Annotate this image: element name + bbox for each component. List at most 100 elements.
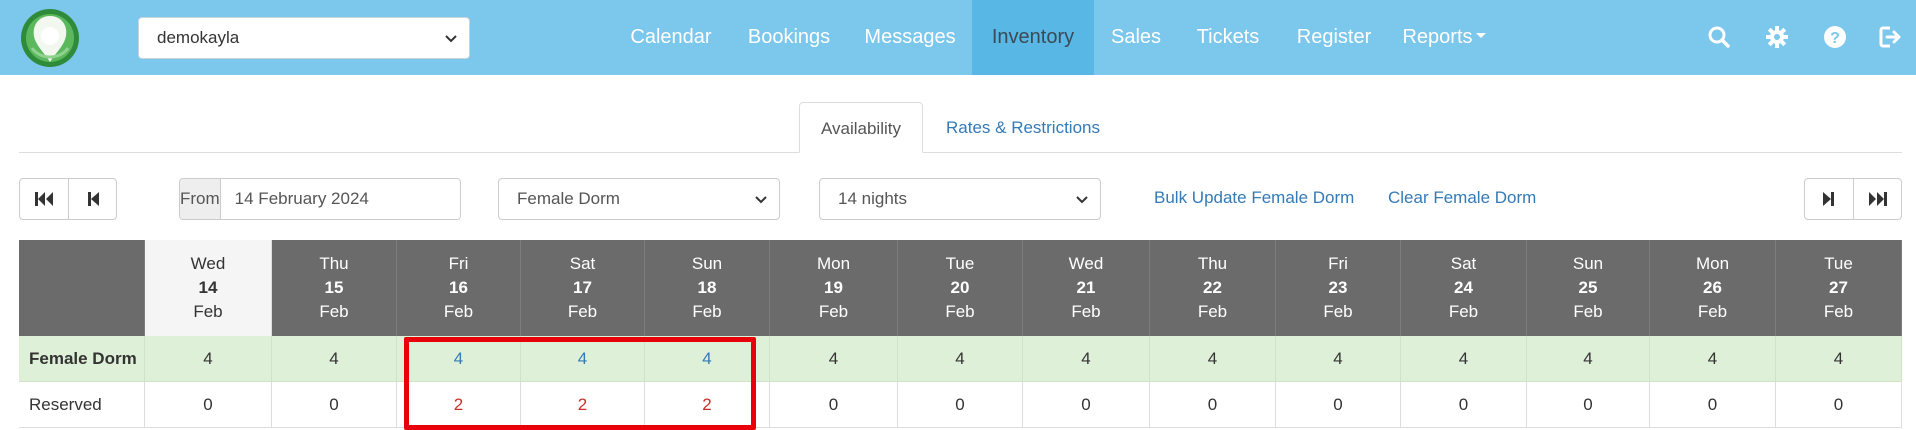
date-header-cell: Fri 16 Feb xyxy=(397,240,521,336)
room-select[interactable]: Female Dorm xyxy=(498,178,780,220)
reserved-cell: 2 xyxy=(521,382,645,428)
nav-bookings[interactable]: Bookings xyxy=(732,0,846,75)
availability-cell[interactable]: 4 xyxy=(1276,336,1401,382)
nav-tickets[interactable]: Tickets xyxy=(1180,0,1276,75)
date-day: 15 xyxy=(324,278,344,297)
reserved-cell: 0 xyxy=(1276,382,1401,428)
site-select-value: demokayla xyxy=(157,28,240,47)
date-header-cell: Thu 15 Feb xyxy=(272,240,397,336)
caret-down-icon xyxy=(1475,33,1486,39)
reserved-cell: 0 xyxy=(770,382,898,428)
date-month: Feb xyxy=(692,302,722,321)
date-header-cell: Sat 17 Feb xyxy=(521,240,645,336)
availability-cell[interactable]: 4 xyxy=(1776,336,1902,382)
date-day: 21 xyxy=(1076,278,1096,297)
date-day: 14 xyxy=(198,278,218,297)
date-header-cell: Tue 27 Feb xyxy=(1776,240,1902,336)
help-icon[interactable]: ? xyxy=(1822,24,1848,50)
first-page-button[interactable] xyxy=(20,179,68,219)
date-header-cell: Mon 19 Feb xyxy=(770,240,898,336)
header-corner xyxy=(19,240,145,336)
date-day: 19 xyxy=(824,278,843,297)
site-select[interactable]: demokayla xyxy=(138,17,470,59)
top-navbar: demokayla Calendar Bookings Messages Inv… xyxy=(0,0,1916,75)
availability-cell[interactable]: 4 xyxy=(272,336,397,382)
date-day: 17 xyxy=(573,278,592,297)
date-month: Feb xyxy=(1071,302,1101,321)
room-select-value: Female Dorm xyxy=(517,189,620,208)
reserved-cell: 0 xyxy=(1150,382,1276,428)
nav-reports[interactable]: Reports xyxy=(1394,0,1494,75)
date-header-cell: Tue 20 Feb xyxy=(898,240,1023,336)
nav-calendar[interactable]: Calendar xyxy=(618,0,724,75)
nights-select-value: 14 nights xyxy=(838,189,907,208)
bulk-update-link[interactable]: Bulk Update Female Dorm xyxy=(1154,186,1354,210)
chevron-down-icon xyxy=(1076,196,1088,204)
availability-cell[interactable]: 4 xyxy=(397,336,521,382)
availability-cell[interactable]: 4 xyxy=(1401,336,1527,382)
skip-back-icon xyxy=(35,192,53,206)
next-button[interactable] xyxy=(1805,179,1853,219)
availability-cell[interactable]: 4 xyxy=(645,336,770,382)
previous-button[interactable] xyxy=(68,179,116,219)
availability-cell[interactable]: 4 xyxy=(1150,336,1276,382)
nav-sales[interactable]: Sales xyxy=(1100,0,1172,75)
date-month: Feb xyxy=(1448,302,1479,321)
reserved-cell: 0 xyxy=(1401,382,1527,428)
date-month: Feb xyxy=(1823,302,1854,321)
tab-availability[interactable]: Availability xyxy=(799,102,923,153)
date-dow: Wed xyxy=(190,254,226,273)
next-nav-group xyxy=(1804,178,1902,220)
clear-room-link[interactable]: Clear Female Dorm xyxy=(1388,186,1536,210)
availability-cell[interactable]: 4 xyxy=(145,336,272,382)
date-header-cell: Sat 24 Feb xyxy=(1401,240,1527,336)
reserved-cell: 0 xyxy=(272,382,397,428)
date-month: Feb xyxy=(193,302,223,321)
date-month: Feb xyxy=(443,302,474,321)
date-dow: Fri xyxy=(1328,254,1348,273)
logout-icon[interactable] xyxy=(1877,24,1903,50)
date-month: Feb xyxy=(1697,302,1728,321)
nav-register[interactable]: Register xyxy=(1284,0,1384,75)
tab-rates-restrictions[interactable]: Rates & Restrictions xyxy=(938,102,1108,153)
svg-text:?: ? xyxy=(1830,30,1840,47)
date-header-cell: Wed 14 Feb xyxy=(145,240,272,336)
date-header-cell: Wed 21 Feb xyxy=(1023,240,1150,336)
brand-logo-icon[interactable] xyxy=(20,8,80,68)
availability-cell[interactable]: 4 xyxy=(770,336,898,382)
date-month: Feb xyxy=(945,302,975,321)
reserved-cell: 0 xyxy=(1650,382,1776,428)
date-header-cell: Sun 18 Feb xyxy=(645,240,770,336)
date-dow: Tue xyxy=(1824,254,1853,273)
nights-select[interactable]: 14 nights xyxy=(819,178,1101,220)
date-dow: Thu xyxy=(1197,254,1228,273)
from-date-input[interactable] xyxy=(220,179,460,219)
availability-cell[interactable]: 4 xyxy=(521,336,645,382)
chevron-down-icon xyxy=(445,35,457,43)
reserved-label: Reserved xyxy=(19,382,145,428)
date-day: 27 xyxy=(1829,278,1848,297)
availability-cell[interactable]: 4 xyxy=(1023,336,1150,382)
date-month: Feb xyxy=(319,302,349,321)
date-month: Feb xyxy=(1197,302,1228,321)
date-day: 23 xyxy=(1328,278,1348,297)
gear-icon[interactable] xyxy=(1764,24,1790,50)
date-day: 24 xyxy=(1454,278,1473,297)
date-header-cell: Thu 22 Feb xyxy=(1150,240,1276,336)
nav-inventory[interactable]: Inventory xyxy=(972,0,1094,75)
search-icon[interactable] xyxy=(1706,24,1732,50)
date-month: Feb xyxy=(1573,302,1603,321)
nav-messages[interactable]: Messages xyxy=(852,0,968,75)
skip-forward-icon xyxy=(1868,192,1887,206)
date-dow: Thu xyxy=(319,254,349,273)
date-dow: Sat xyxy=(569,254,596,273)
date-day: 20 xyxy=(950,278,970,297)
last-page-button[interactable] xyxy=(1853,179,1901,219)
date-month: Feb xyxy=(567,302,598,321)
reserved-cell: 0 xyxy=(1527,382,1650,428)
availability-cell[interactable]: 4 xyxy=(898,336,1023,382)
from-label: From xyxy=(180,179,221,219)
availability-cell[interactable]: 4 xyxy=(1527,336,1650,382)
availability-cell[interactable]: 4 xyxy=(1650,336,1776,382)
prev-nav-group xyxy=(19,178,117,220)
